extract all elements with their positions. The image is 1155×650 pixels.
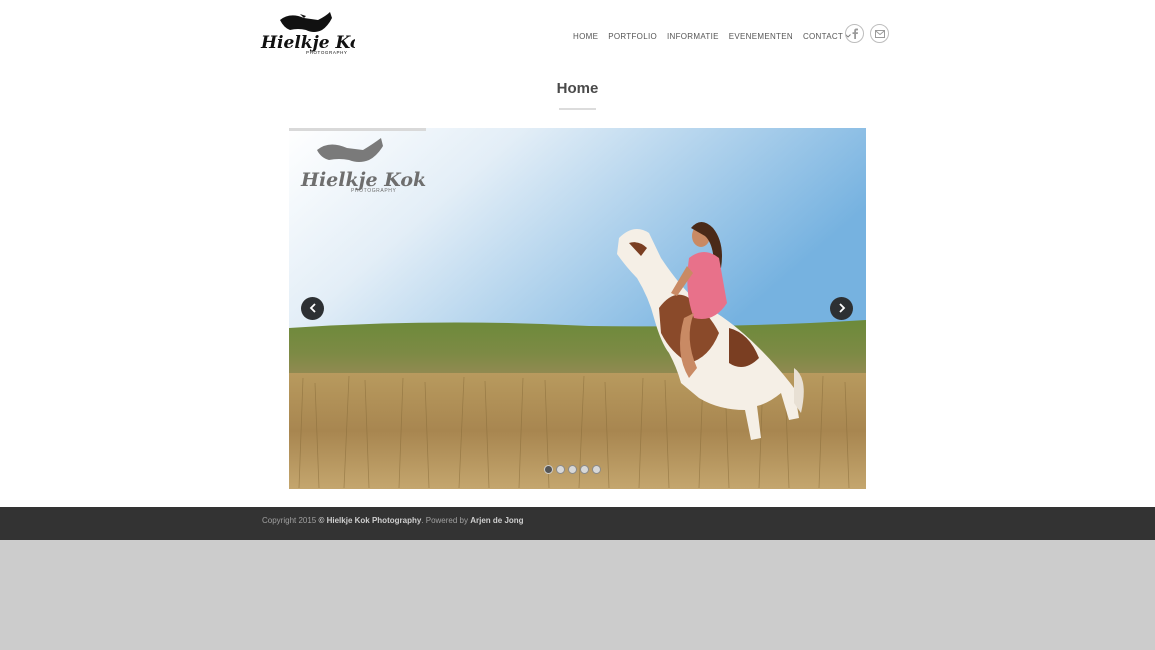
page: Hielkje Kok PHOTOGRAPHY HOME PORTFOLIO I… (0, 0, 1155, 507)
title-divider (559, 108, 596, 110)
chevron-left-icon (309, 300, 317, 318)
main-nav: HOME PORTFOLIO INFORMATIE EVENEMENTEN CO… (573, 29, 861, 43)
footer: Copyright 2015 © Hielkje Kok Photography… (0, 507, 1155, 540)
footer-company-link[interactable]: © Hielkje Kok Photography (318, 516, 421, 525)
slider-pagination (544, 465, 604, 474)
site-logo[interactable]: Hielkje Kok PHOTOGRAPHY (260, 10, 373, 56)
slider-dot-1[interactable] (544, 465, 553, 474)
footer-prefix: Copyright 2015 (262, 516, 319, 525)
slider-prev-button[interactable] (301, 297, 324, 320)
facebook-button[interactable] (845, 24, 864, 43)
slider-next-button[interactable] (830, 297, 853, 320)
slider-dot-3[interactable] (568, 465, 577, 474)
page-title: Home (556, 80, 599, 97)
nav-portfolio[interactable]: PORTFOLIO (608, 32, 657, 41)
nav-evenementen[interactable]: EVENEMENTEN (729, 32, 793, 41)
nav-informatie[interactable]: INFORMATIE (667, 32, 719, 41)
slider-dot-4[interactable] (580, 465, 589, 474)
nav-contact[interactable]: CONTACT (803, 32, 851, 41)
slide-watermark: Hielkje Kok PHOTOGRAPHY (289, 128, 426, 198)
nav-contact-label: CONTACT (802, 31, 844, 41)
footer-copyright: Copyright 2015 © Hielkje Kok Photography… (262, 516, 524, 525)
slider-dot-5[interactable] (592, 465, 601, 474)
watermark-subtext: PHOTOGRAPHY (351, 188, 396, 194)
nav-home[interactable]: HOME (573, 32, 598, 41)
image-slider[interactable]: Hielkje Kok PHOTOGRAPHY (289, 128, 866, 489)
logo-subtext: PHOTOGRAPHY (306, 50, 348, 55)
footer-middle: . Powered by (421, 516, 471, 525)
facebook-icon (851, 28, 859, 39)
slider-dot-2[interactable] (556, 465, 565, 474)
chevron-right-icon (838, 300, 846, 318)
mail-icon (874, 29, 885, 38)
footer-author-link[interactable]: Arjen de Jong (470, 516, 523, 525)
mail-button[interactable] (870, 24, 889, 43)
